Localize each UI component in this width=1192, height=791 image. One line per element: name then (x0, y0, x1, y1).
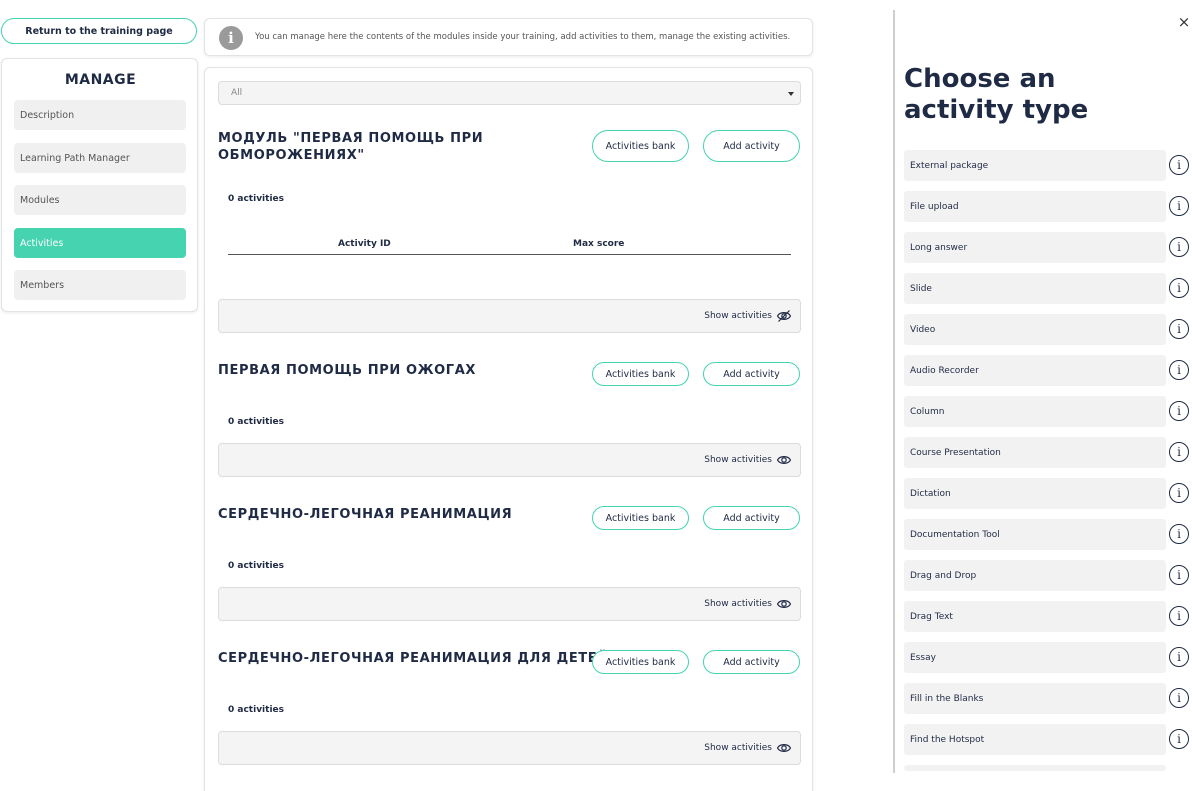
info-icon[interactable]: i (1169, 196, 1189, 216)
activities-bank-button[interactable]: Activities bank (592, 362, 689, 386)
activity-type-item[interactable]: Drag and Drop (904, 560, 1166, 591)
eye-icon[interactable] (776, 597, 792, 611)
activities-bank-button[interactable]: Activities bank (592, 650, 689, 674)
activity-type-item[interactable]: Fill in the Blanks (904, 683, 1166, 714)
sidebar-item-description[interactable]: Description (14, 100, 186, 130)
module-title: СЕРДЕЧНО-ЛЕГОЧНАЯ РЕАНИМАЦИЯ ДЛЯ ДЕТЕЙ (218, 651, 609, 666)
panel-divider (893, 10, 895, 773)
activity-count: 0 activities (228, 561, 284, 571)
module-title: СЕРДЕЧНО-ЛЕГОЧНАЯ РЕАНИМАЦИЯ (218, 507, 513, 522)
sidebar-item-activities[interactable]: Activities (14, 228, 186, 258)
info-icon[interactable]: i (1169, 237, 1189, 257)
close-icon[interactable]: × (1177, 15, 1191, 30)
show-activities-label[interactable]: Show activities (704, 743, 772, 753)
activity-type-item[interactable]: Documentation Tool (904, 519, 1166, 550)
activity-type-item[interactable]: Course Presentation (904, 437, 1166, 468)
activity-type-item[interactable]: File upload (904, 191, 1166, 222)
info-icon[interactable]: i (1169, 360, 1189, 380)
info-icon: i (219, 26, 243, 50)
activity-type-item[interactable]: Find the Hotspot (904, 724, 1166, 755)
show-activities-label[interactable]: Show activities (704, 311, 772, 321)
activity-type-panel-title: Choose an activity type (904, 64, 1089, 125)
info-icon[interactable]: i (1169, 401, 1189, 421)
add-activity-button[interactable]: Add activity (703, 506, 800, 530)
return-to-training-button[interactable]: Return to the training page (1, 18, 197, 44)
eye-icon[interactable] (776, 453, 792, 467)
eye-off-icon[interactable] (776, 309, 792, 323)
info-icon[interactable]: i (1169, 524, 1189, 544)
add-activity-button[interactable]: Add activity (703, 130, 800, 162)
sidebar-item-learning-path-manager[interactable]: Learning Path Manager (14, 143, 186, 173)
filter-value: All (231, 88, 243, 98)
module-filter-select[interactable]: All (218, 81, 801, 105)
activity-type-item[interactable] (904, 765, 1166, 771)
table-header-divider (228, 254, 791, 255)
info-icon[interactable]: i (1169, 278, 1189, 298)
info-icon[interactable]: i (1169, 606, 1189, 626)
activity-type-item[interactable]: Essay (904, 642, 1166, 673)
activities-bank-button[interactable]: Activities bank (592, 506, 689, 530)
sidebar-item-members[interactable]: Members (14, 270, 186, 300)
activity-type-item[interactable]: Slide (904, 273, 1166, 304)
add-activity-button[interactable]: Add activity (703, 650, 800, 674)
table-header-activity-id: Activity ID (338, 239, 391, 249)
manage-title: MANAGE (64, 72, 137, 88)
info-text: You can manage here the contents of the … (255, 32, 791, 42)
info-icon[interactable]: i (1169, 483, 1189, 503)
info-icon[interactable]: i (1169, 442, 1189, 462)
module-title: МОДУЛЬ "ПЕРВАЯ ПОМОЩЬ ПРИ ОБМОРОЖЕНИЯХ" (218, 131, 484, 163)
activity-type-item[interactable]: Column (904, 396, 1166, 427)
table-header-max-score: Max score (573, 239, 625, 249)
activity-type-item[interactable]: Long answer (904, 232, 1166, 263)
info-icon[interactable]: i (1169, 729, 1189, 749)
show-activities-label[interactable]: Show activities (704, 455, 772, 465)
manage-sidebar: MANAGE Description Learning Path Manager… (1, 58, 198, 312)
modules-panel: All МОДУЛЬ "ПЕРВАЯ ПОМОЩЬ ПРИ ОБМОРОЖЕНИ… (204, 67, 813, 791)
sidebar-item-modules[interactable]: Modules (14, 185, 186, 215)
activity-type-item[interactable]: External package (904, 150, 1166, 181)
add-activity-button[interactable]: Add activity (703, 362, 800, 386)
show-activities-bar[interactable]: Show activities (218, 443, 801, 477)
activities-bank-button[interactable]: Activities bank (592, 130, 689, 162)
activity-type-item[interactable]: Dictation (904, 478, 1166, 509)
activity-count: 0 activities (228, 194, 284, 204)
activity-type-item[interactable]: Audio Recorder (904, 355, 1166, 386)
eye-icon[interactable] (776, 741, 792, 755)
show-activities-bar[interactable]: Show activities (218, 731, 801, 765)
activity-count: 0 activities (228, 417, 284, 427)
info-icon[interactable]: i (1169, 319, 1189, 339)
show-activities-bar[interactable]: Show activities (218, 299, 801, 333)
info-icon[interactable]: i (1169, 155, 1189, 175)
chevron-down-icon (788, 92, 794, 96)
info-icon[interactable]: i (1169, 688, 1189, 708)
activity-count: 0 activities (228, 705, 284, 715)
activity-type-item[interactable]: Video (904, 314, 1166, 345)
info-banner: i You can manage here the contents of th… (204, 18, 813, 56)
module-title: ПЕРВАЯ ПОМОЩЬ ПРИ ОЖОГАХ (218, 363, 476, 378)
activity-type-item[interactable]: Drag Text (904, 601, 1166, 632)
show-activities-label[interactable]: Show activities (704, 599, 772, 609)
info-icon[interactable]: i (1169, 565, 1189, 585)
show-activities-bar[interactable]: Show activities (218, 587, 801, 621)
info-icon[interactable]: i (1169, 647, 1189, 667)
